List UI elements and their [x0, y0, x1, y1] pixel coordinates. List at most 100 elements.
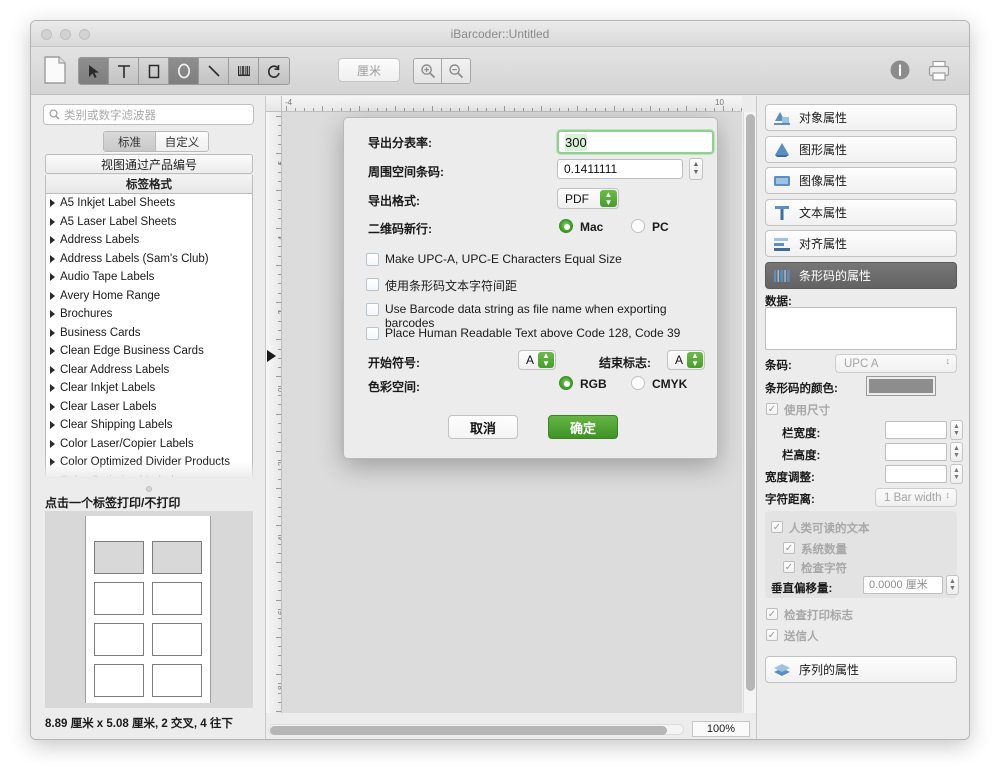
- list-item[interactable]: Avery Home Range: [46, 287, 252, 306]
- tool-text[interactable]: [109, 58, 139, 84]
- tab-custom[interactable]: 自定义: [156, 132, 208, 151]
- list-item[interactable]: Color Optimized Labels: [46, 472, 252, 477]
- radio-newline-pc[interactable]: [631, 219, 645, 233]
- disclosure-triangle-icon[interactable]: [50, 439, 55, 448]
- list-item[interactable]: Color Optimized Divider Products: [46, 453, 252, 472]
- disclosure-triangle-icon[interactable]: [50, 384, 55, 393]
- sheet-cell[interactable]: [152, 582, 202, 615]
- list-item[interactable]: Address Labels: [46, 231, 252, 250]
- disclosure-triangle-icon[interactable]: [50, 310, 55, 319]
- list-item[interactable]: A5 Laser Label Sheets: [46, 213, 252, 232]
- bar-height-input[interactable]: [885, 443, 947, 461]
- sheet-cell[interactable]: [152, 541, 202, 574]
- unit-button[interactable]: 厘米: [338, 58, 400, 82]
- zoom-out-icon[interactable]: [442, 59, 470, 83]
- disclosure-triangle-icon[interactable]: [50, 476, 55, 477]
- inspector-button-5[interactable]: 对齐属性: [765, 230, 957, 257]
- checkbox-data-as-filename[interactable]: [366, 303, 379, 316]
- info-icon[interactable]: [889, 59, 911, 81]
- bar-width-input[interactable]: [885, 421, 947, 439]
- disclosure-triangle-icon[interactable]: [50, 421, 55, 430]
- list-item[interactable]: Clear Inkjet Labels: [46, 379, 252, 398]
- list-item[interactable]: A5 Inkjet Label Sheets: [46, 194, 252, 213]
- sheet-cell[interactable]: [94, 582, 144, 615]
- tool-rotate[interactable]: [259, 58, 289, 84]
- ok-button[interactable]: 确定: [548, 415, 618, 439]
- list-item[interactable]: Clean Edge Business Cards: [46, 342, 252, 361]
- barcode-type-select[interactable]: UPC A ↕: [835, 354, 957, 373]
- list-item[interactable]: Clear Shipping Labels: [46, 416, 252, 435]
- checkbox-check-char[interactable]: ✓: [783, 561, 795, 573]
- checkbox-sender[interactable]: ✓: [766, 629, 778, 641]
- tool-arrow[interactable]: [79, 58, 109, 84]
- quiet-space-stepper[interactable]: ▲ ▼: [689, 158, 703, 180]
- canvas-horizontal-scroll-thumb[interactable]: [270, 726, 668, 735]
- print-icon[interactable]: [927, 59, 951, 83]
- checkbox-check-print-mark[interactable]: ✓: [766, 608, 778, 620]
- vertical-offset-stepper[interactable]: ▲ ▼: [946, 575, 959, 595]
- search-input[interactable]: 类别或数字滤波器: [43, 104, 254, 125]
- disclosure-triangle-icon[interactable]: [50, 254, 55, 263]
- document-icon[interactable]: [43, 55, 67, 85]
- disclosure-triangle-icon[interactable]: [50, 328, 55, 337]
- inspector-button-1[interactable]: 对象属性: [765, 104, 957, 131]
- canvas-vertical-scroll-thumb[interactable]: [746, 114, 755, 691]
- list-item[interactable]: Address Labels (Sam's Club): [46, 250, 252, 269]
- list-item[interactable]: Audio Tape Labels: [46, 268, 252, 287]
- list-item[interactable]: Brochures: [46, 305, 252, 324]
- list-item[interactable]: Clear Laser Labels: [46, 398, 252, 417]
- tool-ellipse[interactable]: [169, 58, 199, 84]
- sheet-cell[interactable]: [94, 623, 144, 656]
- inspector-button-2[interactable]: 图形属性: [765, 136, 957, 163]
- disclosure-triangle-icon[interactable]: [50, 347, 55, 356]
- width-adjust-stepper[interactable]: ▲ ▼: [950, 464, 963, 484]
- disclosure-triangle-icon[interactable]: [50, 236, 55, 245]
- checkbox-human-readable[interactable]: ✓: [771, 521, 783, 533]
- disclosure-triangle-icon[interactable]: [50, 217, 55, 226]
- tool-rectangle[interactable]: [139, 58, 169, 84]
- end-symbol-select[interactable]: A ▲ ▼: [667, 350, 705, 370]
- disclosure-triangle-icon[interactable]: [50, 365, 55, 374]
- sheet-cell[interactable]: [152, 664, 202, 697]
- barcode-color-swatch[interactable]: [866, 376, 936, 396]
- width-adjust-input[interactable]: [885, 465, 947, 483]
- format-select[interactable]: PDF ▲ ▼: [557, 188, 619, 209]
- data-textarea[interactable]: [765, 307, 957, 350]
- resolution-input[interactable]: 300: [557, 130, 714, 154]
- checkbox-system-number[interactable]: ✓: [783, 542, 795, 554]
- disclosure-triangle-icon[interactable]: [50, 291, 55, 300]
- inspector-button-3[interactable]: 图像属性: [765, 167, 957, 194]
- sheet-cell[interactable]: [94, 664, 144, 697]
- zoom-in-icon[interactable]: [414, 59, 442, 83]
- zoom-level-field[interactable]: 100%: [692, 721, 750, 737]
- radio-newline-mac[interactable]: [559, 219, 573, 233]
- radio-colorspace-rgb[interactable]: [559, 376, 573, 390]
- checkbox-equal-size[interactable]: [366, 253, 379, 266]
- view-by-product-button[interactable]: 视图通过产品编号: [45, 154, 253, 174]
- start-symbol-select[interactable]: A ▲ ▼: [518, 350, 556, 370]
- cancel-button[interactable]: 取消: [448, 415, 518, 439]
- bar-height-stepper[interactable]: ▲ ▼: [950, 442, 963, 462]
- list-item[interactable]: Clear Address Labels: [46, 361, 252, 380]
- disclosure-triangle-icon[interactable]: [50, 402, 55, 411]
- split-handle[interactable]: [146, 486, 152, 492]
- tool-line[interactable]: [199, 58, 229, 84]
- inspector-button-6[interactable]: 条形码的属性: [765, 262, 957, 289]
- vertical-offset-input[interactable]: 0.0000 厘米: [863, 576, 943, 594]
- label-format-list[interactable]: A5 Inkjet Label Sheets A5 Laser Label She…: [45, 194, 253, 478]
- disclosure-triangle-icon[interactable]: [50, 458, 55, 467]
- checkbox-char-spacing[interactable]: [366, 278, 379, 291]
- tool-barcode[interactable]: [229, 58, 259, 84]
- list-item[interactable]: Color Laser/Copier Labels: [46, 435, 252, 454]
- checkbox-text-above-code[interactable]: [366, 327, 379, 340]
- list-item[interactable]: Business Cards: [46, 324, 252, 343]
- canvas-vertical-scrollbar[interactable]: [743, 112, 756, 713]
- sheet-cell[interactable]: [152, 623, 202, 656]
- canvas-horizontal-scrollbar[interactable]: [268, 724, 684, 735]
- sequence-properties-button[interactable]: 序列的属性: [765, 656, 957, 683]
- checkbox-use-size[interactable]: ✓: [766, 403, 778, 415]
- bar-width-stepper[interactable]: ▲ ▼: [950, 420, 963, 440]
- radio-colorspace-cmyk[interactable]: [631, 376, 645, 390]
- sheet-cell[interactable]: [94, 541, 144, 574]
- disclosure-triangle-icon[interactable]: [50, 273, 55, 282]
